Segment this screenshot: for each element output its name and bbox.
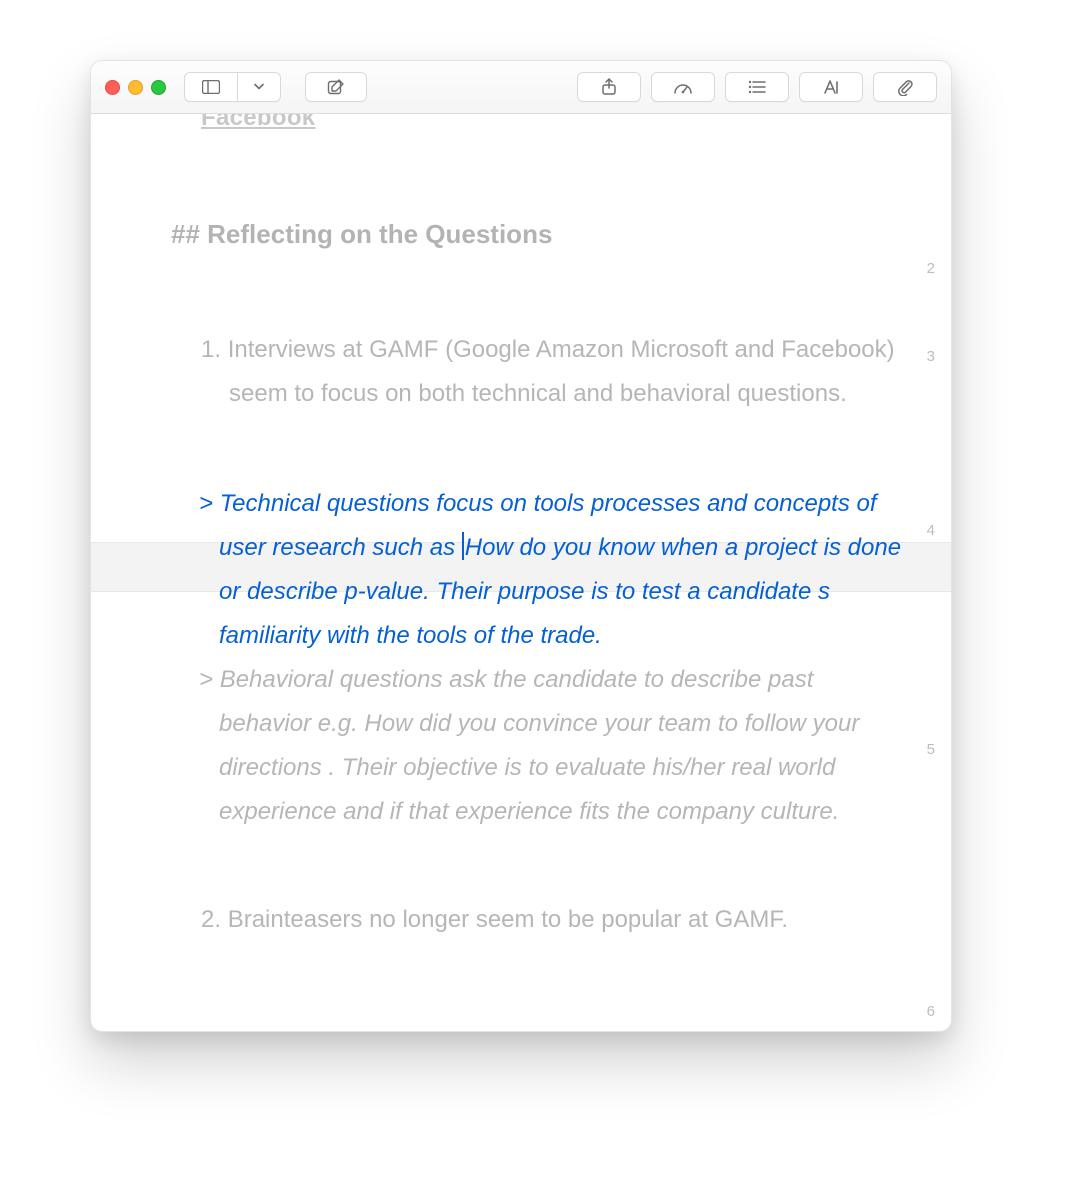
blockquote: > Behavioral questions ask the candidate… [171, 658, 903, 834]
text-caret [462, 532, 464, 560]
heading-text: Facebook [201, 114, 315, 131]
list-item: 2. Brainteasers no longer seem to be pop… [171, 898, 903, 942]
sidebar-toggle-group [184, 72, 281, 102]
stats-button[interactable] [651, 72, 715, 102]
heading-text: Reflecting on the Questions [207, 219, 552, 249]
list-item: 1. Interviews at GAMF (Google Amazon Mic… [171, 328, 903, 416]
quote-marker: > [199, 490, 213, 517]
app-window: 2 3 4 5 6 Facebook ## Reflecting on the … [90, 60, 952, 1032]
list-number: 2. [201, 906, 221, 933]
quote-marker: > [199, 666, 213, 693]
paperclip-icon [896, 78, 914, 96]
text-style-icon [822, 79, 840, 95]
gauge-icon [673, 79, 693, 95]
list-icon [748, 80, 766, 94]
sidebar-menu-button[interactable] [238, 72, 281, 102]
window-controls [105, 80, 166, 95]
editor-area[interactable]: 2 3 4 5 6 Facebook ## Reflecting on the … [91, 114, 951, 1032]
blockquote-active: > Technical questions focus on tools pro… [171, 482, 903, 658]
sidebar-icon [202, 80, 220, 94]
titlebar [91, 61, 951, 114]
sidebar-toggle-button[interactable] [184, 72, 238, 102]
section-heading: ## Reflecting on the Questions [171, 212, 903, 256]
attach-button[interactable] [873, 72, 937, 102]
close-window[interactable] [105, 80, 120, 95]
heading-prefix: ## [171, 219, 200, 249]
chevron-down-icon [254, 83, 264, 91]
text-style-button[interactable] [799, 72, 863, 102]
compose-button[interactable] [305, 72, 367, 102]
line-number: 6 [927, 1003, 935, 1020]
share-icon [601, 78, 617, 96]
quote-text: Behavioral questions ask the candidate t… [219, 666, 859, 825]
paragraph-text: Brainteasers no longer seem to be popula… [228, 906, 788, 933]
share-button[interactable] [577, 72, 641, 102]
list-number: 1. [201, 336, 221, 363]
zoom-window[interactable] [151, 80, 166, 95]
outline-button[interactable] [725, 72, 789, 102]
minimize-window[interactable] [128, 80, 143, 95]
truncated-heading: Facebook [171, 114, 903, 140]
paragraph-text: Interviews at GAMF (Google Amazon Micros… [228, 336, 895, 407]
compose-icon [327, 78, 345, 96]
